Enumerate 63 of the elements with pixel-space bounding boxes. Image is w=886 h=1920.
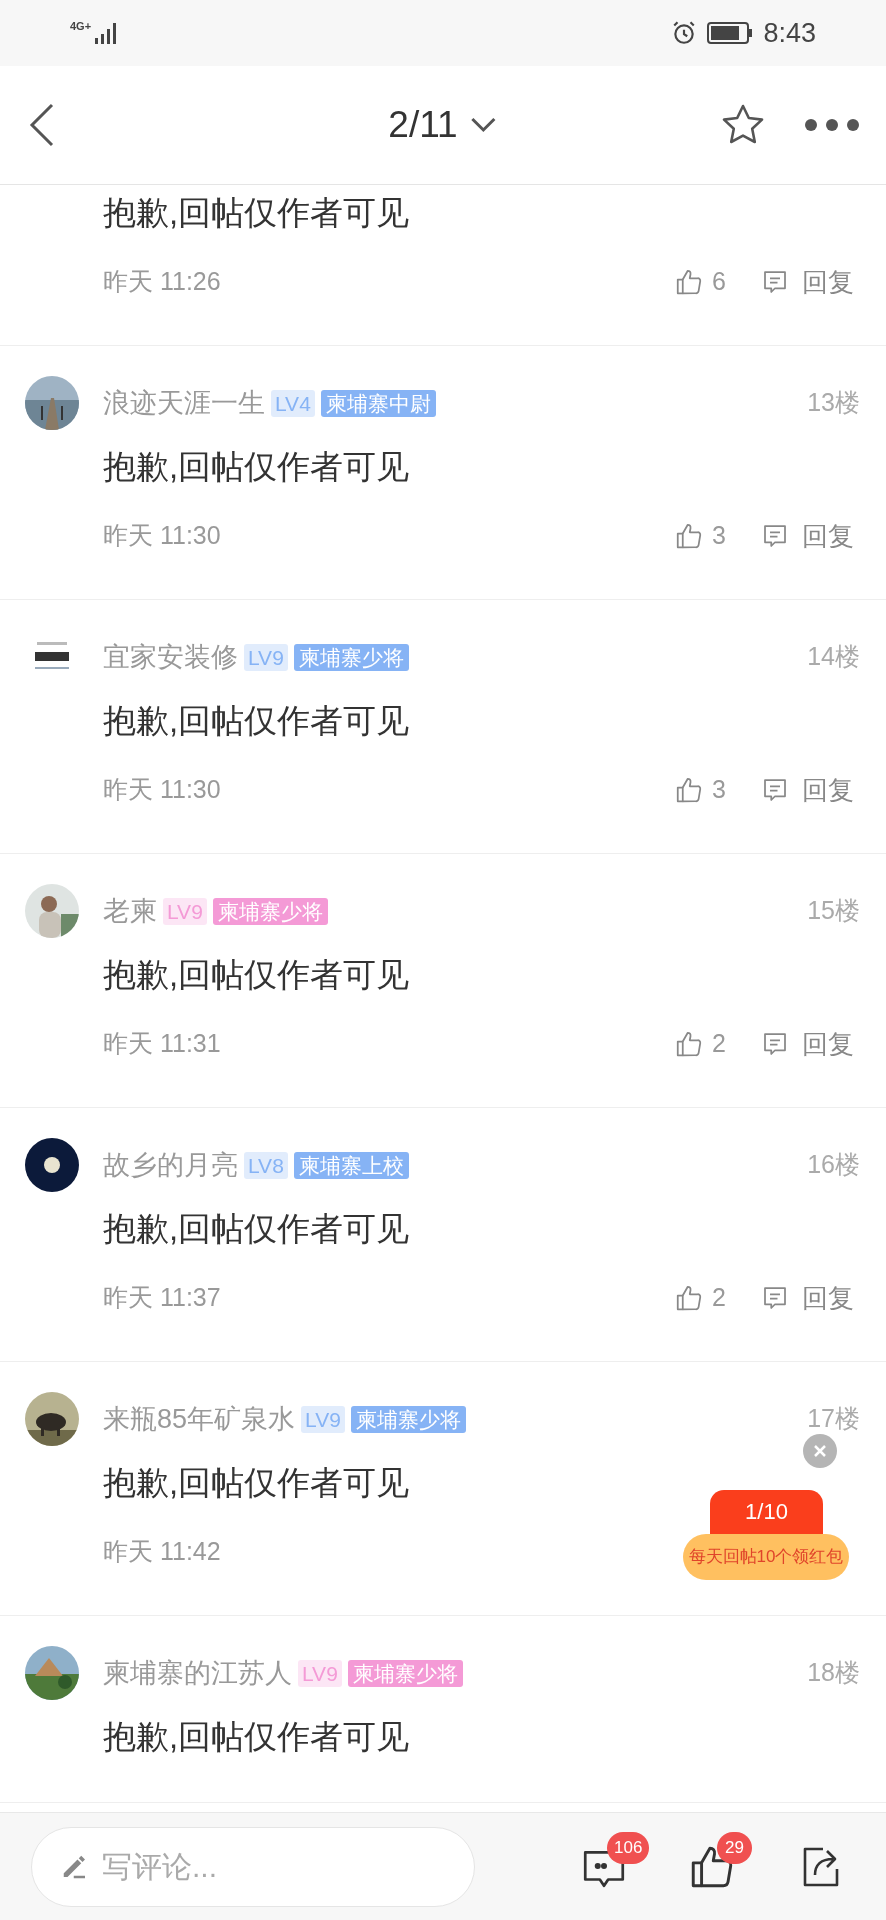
- reply-link[interactable]: 回复: [802, 516, 854, 556]
- thumbs-up-icon[interactable]: [674, 267, 704, 297]
- post-time: 昨天 11:42: [103, 1536, 221, 1568]
- page-selector[interactable]: 2/11: [388, 97, 498, 153]
- post-time: 昨天 11:37: [103, 1282, 221, 1314]
- count-badge: 106: [607, 1831, 650, 1864]
- thumbs-up-icon[interactable]: [674, 775, 704, 805]
- post-content: 抱歉,回帖仅作者可见: [103, 1718, 410, 1755]
- post-content: 抱歉,回帖仅作者可见: [103, 194, 410, 231]
- rank-tag: 柬埔寨少将: [350, 1405, 466, 1433]
- like-count: 3: [712, 774, 727, 806]
- post-time: 昨天 11:30: [103, 520, 221, 552]
- author-name[interactable]: 故乡的月亮: [103, 1144, 238, 1186]
- floor-number: 14楼: [807, 641, 860, 673]
- reply-link[interactable]: 回复: [802, 1278, 854, 1318]
- rank-tag: 柬埔寨上校: [293, 1151, 409, 1179]
- author-name[interactable]: 浪迹天涯一生: [103, 382, 265, 424]
- author-name[interactable]: 柬埔寨的江苏人: [103, 1652, 292, 1694]
- chevron-down-icon: [469, 116, 498, 134]
- level-tag: LV9: [163, 897, 207, 925]
- post-time: 昨天 11:31: [103, 1028, 221, 1060]
- author-name[interactable]: 老柬: [103, 890, 157, 932]
- post-time: 昨天 11:30: [103, 774, 221, 806]
- post-content: 抱歉,回帖仅作者可见: [103, 1210, 410, 1247]
- post-content: 抱歉,回帖仅作者可见: [103, 956, 410, 993]
- floor-number: 18楼: [807, 1657, 860, 1689]
- progress-pill[interactable]: 1/10: [710, 1490, 823, 1534]
- like-count: 6: [712, 266, 727, 298]
- more-icon[interactable]: [804, 118, 860, 132]
- rank-tag: 柬埔寨少将: [347, 1659, 463, 1687]
- rank-tag: 柬埔寨少将: [293, 643, 409, 671]
- reward-toast[interactable]: 每天回帖10个领红包: [683, 1534, 849, 1580]
- rank-tag: 柬埔寨中尉: [320, 389, 436, 417]
- author-name[interactable]: 宜家安装修: [103, 636, 238, 678]
- post-content: 抱歉,回帖仅作者可见: [103, 448, 410, 485]
- post-content: 抱歉,回帖仅作者可见: [103, 1464, 410, 1501]
- battery-icon: [707, 21, 754, 45]
- level-tag: LV9: [244, 643, 288, 671]
- level-tag: LV8: [244, 1151, 288, 1179]
- floor-number: 16楼: [807, 1149, 860, 1181]
- rank-tag: 柬埔寨少将: [212, 897, 328, 925]
- level-tag: LV4: [271, 389, 315, 417]
- reply-link[interactable]: 回复: [802, 1024, 854, 1064]
- like-count: 2: [712, 1028, 727, 1060]
- reply-link[interactable]: 回复: [802, 262, 854, 302]
- close-icon[interactable]: [803, 1434, 837, 1468]
- post-time: 昨天 11:26: [103, 266, 221, 298]
- thumbs-up-icon[interactable]: [674, 1283, 704, 1313]
- reply-link[interactable]: 回复: [802, 770, 854, 810]
- post-content: 抱歉,回帖仅作者可见: [103, 702, 410, 739]
- floor-number: 17楼: [807, 1403, 860, 1435]
- thumbs-up-icon[interactable]: [674, 521, 704, 551]
- level-tag: LV9: [298, 1659, 342, 1687]
- floor-number: 15楼: [807, 895, 860, 927]
- clock-time: 8:43: [763, 16, 816, 50]
- floor-number: 13楼: [807, 387, 860, 419]
- comment-input[interactable]: 写评论...: [31, 1826, 475, 1907]
- author-name[interactable]: 来瓶85年矿泉水: [103, 1398, 296, 1440]
- thumbs-up-icon[interactable]: [674, 1029, 704, 1059]
- like-count: 3: [712, 520, 727, 552]
- level-tag: LV9: [301, 1405, 345, 1433]
- like-count: 2: [712, 1282, 727, 1314]
- count-badge: 29: [717, 1831, 752, 1864]
